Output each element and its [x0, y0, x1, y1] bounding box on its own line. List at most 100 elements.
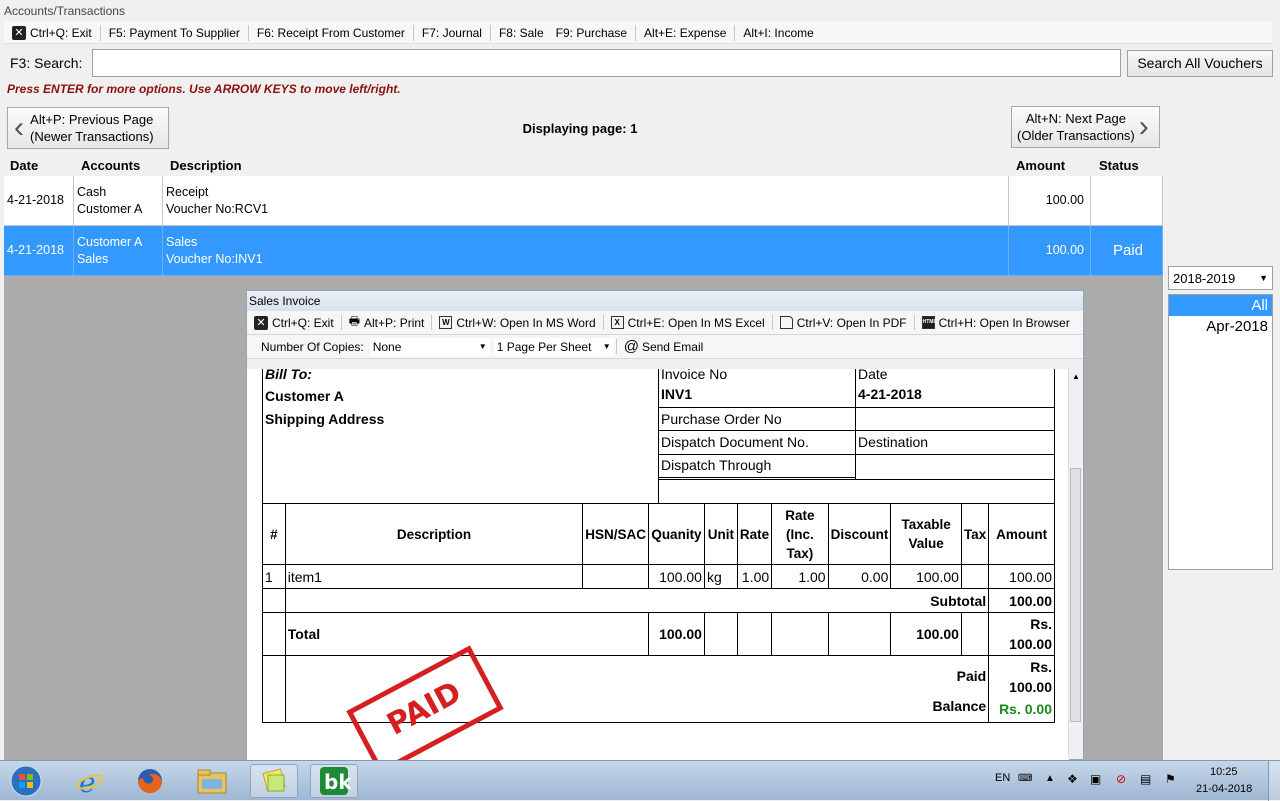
invoice-exit-button[interactable]: ✕ Ctrl+Q: Exit	[247, 315, 342, 330]
exit-button[interactable]: ✕ Ctrl+Q: Exit	[4, 24, 101, 41]
previous-page-button[interactable]: ‹ Alt+P: Previous Page (Newer Transactio…	[7, 107, 169, 149]
header-description[interactable]: Description	[170, 158, 242, 173]
row-account-2: Customer A	[77, 201, 143, 216]
firefox-icon[interactable]	[126, 764, 174, 798]
row-desc-1: Receipt	[166, 184, 209, 199]
row-account-1: Cash	[77, 184, 107, 199]
journal-button[interactable]: F7: Journal	[414, 24, 491, 41]
col-description: Description	[284, 503, 584, 565]
sticky-notes-icon[interactable]	[250, 764, 298, 798]
open-pdf-button[interactable]: Ctrl+V: Open In PDF	[773, 315, 915, 330]
purchase-button[interactable]: F9: Purchase	[548, 24, 637, 41]
invoice-window-title: Sales Invoice	[247, 291, 1083, 311]
at-icon: @	[623, 338, 639, 355]
open-excel-button[interactable]: X Ctrl+E: Open In MS Excel	[604, 315, 773, 330]
item-quantity: 100.00	[647, 564, 705, 589]
header-status[interactable]: Status	[1099, 158, 1139, 173]
invoice-scrollbar[interactable]: ▲	[1068, 368, 1082, 758]
header-amount[interactable]: Amount	[1016, 158, 1065, 173]
header-date[interactable]: Date	[10, 158, 38, 173]
scroll-thumb[interactable]	[1070, 468, 1081, 722]
financial-year-select[interactable]: 2018-2019 ▼	[1168, 266, 1273, 290]
period-item-apr-2018[interactable]: Apr-2018	[1169, 316, 1272, 337]
expense-button[interactable]: Alt+E: Expense	[636, 24, 736, 41]
col-rate-inc-tax: Rate (Inc. Tax)	[771, 503, 829, 565]
destination-label: Destination	[858, 434, 929, 450]
print-button[interactable]: 🖶 Alt+P: Print	[342, 314, 433, 330]
search-input[interactable]	[92, 49, 1121, 77]
subtotal-label: Subtotal	[284, 588, 990, 613]
dropdown-arrow-icon: ▼	[478, 342, 487, 351]
pages-per-sheet-select[interactable]: 1 Page Per Sheet ▼	[493, 337, 614, 356]
row-amount: 100.00	[1009, 176, 1091, 226]
send-email-label: Send Email	[641, 339, 704, 354]
invoice-date: 4-21-2018	[858, 386, 922, 402]
invoice-exit-label: Ctrl+Q: Exit	[272, 315, 334, 330]
next-page-line1: Alt+N: Next Page	[1025, 111, 1126, 126]
books-app-icon[interactable]: bk	[310, 764, 358, 798]
close-icon: ✕	[12, 25, 26, 40]
item-taxable: 100.00	[890, 564, 962, 589]
html-icon: HTML	[921, 316, 937, 329]
balance-value: Rs. 0.00	[999, 701, 1052, 717]
payment-to-supplier-button[interactable]: F5: Payment To Supplier	[101, 24, 249, 41]
language-indicator[interactable]: EN	[995, 772, 1010, 784]
receipt-from-customer-button[interactable]: F6: Receipt From Customer	[249, 24, 414, 41]
send-email-button[interactable]: @ Send Email	[615, 338, 711, 355]
table-row[interactable]: 4-21-2018 Customer A Sales Sales Voucher…	[4, 226, 1163, 276]
file-explorer-icon[interactable]	[188, 764, 236, 798]
financial-year-value: 2018-2019	[1173, 271, 1236, 286]
row-amount: 100.00	[1009, 226, 1091, 276]
date-label: Date	[858, 369, 888, 382]
invoice-options-bar: Number Of Copies: None ▼ 1 Page Per Sheet…	[247, 335, 1083, 359]
open-browser-label: Ctrl+H: Open In Browser	[938, 315, 1070, 330]
clock-date[interactable]: 21-04-2018	[1196, 783, 1252, 795]
total-amount-cell: Rs. 100.00	[988, 612, 1055, 656]
scroll-up-icon[interactable]: ▲	[1072, 372, 1080, 381]
copies-select[interactable]: None ▼	[369, 337, 490, 356]
volume-muted-icon[interactable]: ⊘	[1116, 772, 1126, 786]
search-label: F3: Search:	[10, 55, 83, 71]
word-icon: W	[439, 316, 453, 329]
open-browser-button[interactable]: HTML Ctrl+H: Open In Browser	[915, 315, 1077, 330]
next-page-button[interactable]: Alt+N: Next Page (Older Transactions) ›	[1011, 106, 1160, 148]
dropbox-icon[interactable]: ❖	[1067, 772, 1078, 786]
action-center-icon[interactable]: ⚑	[1165, 772, 1176, 786]
paid-amount: 100.00	[1009, 679, 1052, 695]
next-page-text: Alt+N: Next Page (Older Transactions)	[1017, 110, 1135, 144]
row-accounts: Cash Customer A	[74, 176, 163, 226]
paid-value-cell: Rs. 100.00 Rs. 0.00	[988, 655, 1055, 723]
invoice-toolbar: ✕ Ctrl+Q: Exit 🖶 Alt+P: Print W Ctrl+W: Ope…	[247, 311, 1083, 335]
clock-time[interactable]: 10:25	[1210, 766, 1238, 778]
income-button[interactable]: Alt+I: Income	[735, 25, 821, 41]
open-word-button[interactable]: W Ctrl+W: Open In MS Word	[432, 315, 604, 330]
search-all-vouchers-button[interactable]: Search All Vouchers	[1127, 50, 1273, 77]
keyboard-icon[interactable]: ⌨	[1018, 773, 1032, 784]
row-status	[1091, 176, 1163, 226]
item-rate: 1.00	[736, 564, 773, 589]
row-desc-2: Voucher No:RCV1	[166, 201, 269, 216]
tray-app-icon[interactable]: ▣	[1090, 772, 1101, 786]
row-description: Receipt Voucher No:RCV1	[163, 176, 1009, 226]
start-button[interactable]	[2, 764, 50, 798]
sale-button[interactable]: F8: Sale	[491, 25, 548, 41]
table-row[interactable]: 4-21-2018 Cash Customer A Receipt Vouche…	[4, 176, 1163, 226]
previous-page-text: Alt+P: Previous Page (Newer Transactions…	[30, 111, 154, 145]
bill-to-label: Bill To:	[265, 369, 312, 382]
tray-expand-icon[interactable]: ▲	[1045, 773, 1055, 784]
internet-explorer-icon[interactable]: e	[66, 764, 114, 798]
shipping-address: Shipping Address	[265, 411, 385, 427]
po-label: Purchase Order No	[661, 411, 782, 427]
excel-icon: X	[610, 316, 624, 329]
item-rate-inc-tax: 1.00	[771, 564, 829, 589]
period-list: All Apr-2018	[1168, 294, 1273, 570]
show-desktop-button[interactable]	[1268, 761, 1280, 801]
item-hsn	[582, 564, 649, 589]
previous-page-line2: (Newer Transactions)	[30, 129, 154, 144]
period-item-all[interactable]: All	[1169, 295, 1272, 316]
exit-label: Ctrl+Q: Exit	[30, 25, 92, 40]
invoice-document: Bill To: Customer A Shipping Address Inv…	[247, 369, 1069, 761]
item-no: 1	[262, 564, 286, 589]
network-icon[interactable]: ▤	[1140, 772, 1151, 786]
header-accounts[interactable]: Accounts	[81, 158, 140, 173]
